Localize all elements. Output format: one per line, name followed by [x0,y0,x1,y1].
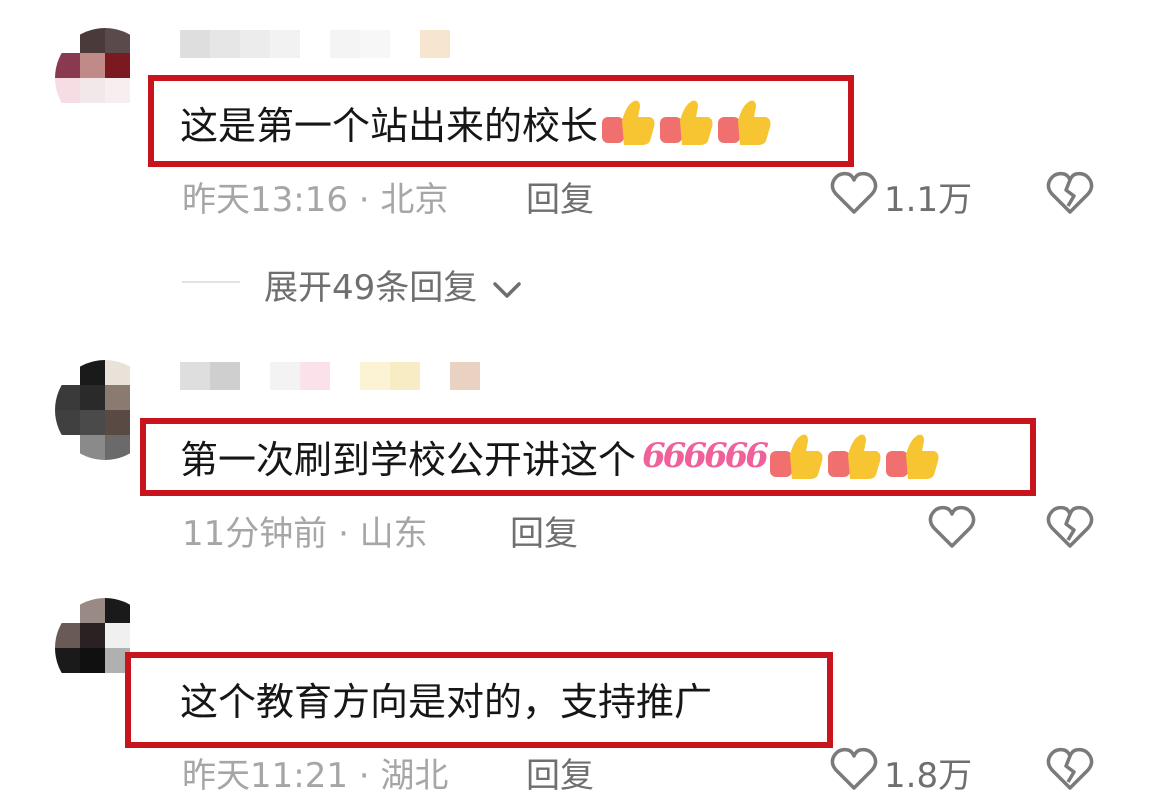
like-count: 1.8万 [884,756,973,796]
reply-button[interactable]: 回复 [526,172,594,221]
reply-button[interactable]: 回复 [526,748,594,797]
broken-heart-icon[interactable] [1046,746,1094,792]
expand-replies-button[interactable]: 展开49条回复 [264,260,522,309]
username-blurred[interactable] [180,30,450,58]
reply-button[interactable]: 回复 [510,506,578,555]
comment-text: 第一次刷到学校公开讲这个 666666 [180,430,940,482]
like-count: 1.1万 [884,180,973,220]
thumbs-up-emoji [769,434,823,479]
heart-outline-icon[interactable] [928,504,976,550]
thumbs-up-emoji [660,100,713,145]
thumbs-up-emoji [827,434,881,479]
divider-line [182,281,240,283]
broken-heart-icon[interactable] [1046,504,1094,550]
heart-outline-icon[interactable] [830,746,878,792]
comment-body: 第一次刷到学校公开讲这个 [180,437,637,482]
thumbs-up-emoji [885,434,939,479]
comment-time-location: 11分钟前 · 山东 [182,514,428,554]
heart-outline-icon[interactable] [830,170,878,216]
comment-text: 这是第一个站出来的校长 [180,96,772,148]
comment-time-location: 昨天13:16 · 北京 [182,180,449,220]
comment-body: 这是第一个站出来的校长 [180,103,599,148]
chevron-down-icon [493,281,521,298]
thumbs-up-emoji [602,100,655,145]
expand-replies-label: 展开49条回复 [264,268,478,308]
comment-body: 这个教育方向是对的，支持推广 [180,679,713,724]
broken-heart-icon[interactable] [1046,170,1094,216]
six-emoji: 666666 [642,436,769,476]
avatar[interactable] [55,28,155,128]
username-blurred[interactable] [180,362,480,390]
thumbs-up-emoji [718,100,771,145]
comment-text: 这个教育方向是对的，支持推广 [180,672,712,724]
comment-time-location: 昨天11:21 · 湖北 [182,756,449,796]
